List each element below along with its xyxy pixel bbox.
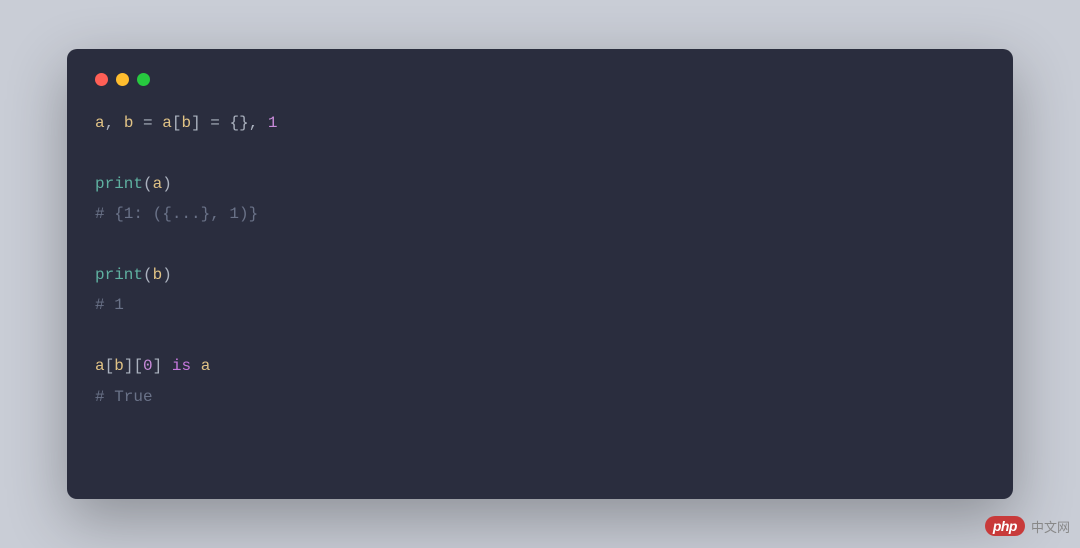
space <box>162 357 172 375</box>
comment-output: # 1 <box>95 296 124 314</box>
paren: ) <box>162 266 172 284</box>
variable-b: b <box>153 266 163 284</box>
variable-b: b <box>181 114 191 132</box>
bracket: [ <box>133 357 143 375</box>
watermark-text: 中文网 <box>1031 517 1070 536</box>
variable-a: a <box>95 114 105 132</box>
variable-a: a <box>153 175 163 193</box>
minimize-dot-icon <box>116 73 129 86</box>
equals: = <box>133 114 162 132</box>
paren: ( <box>143 175 153 193</box>
variable-b: b <box>124 114 134 132</box>
code-line: print(a) <box>95 175 172 193</box>
is-keyword: is <box>172 357 191 375</box>
code-window: a, b = a[b] = {}, 1 print(a) # {1: ({...… <box>67 49 1013 499</box>
number-one: 1 <box>268 114 278 132</box>
comma: , <box>105 114 124 132</box>
php-badge-icon: php <box>985 516 1025 536</box>
code-line: print(b) <box>95 266 172 284</box>
comment-output: # True <box>95 388 153 406</box>
code-line: a, b = a[b] = {}, 1 <box>95 114 278 132</box>
code-block: a, b = a[b] = {}, 1 print(a) # {1: ({...… <box>95 108 985 412</box>
comma: , <box>249 114 268 132</box>
braces: {} <box>229 114 248 132</box>
space <box>191 357 201 375</box>
equals: = <box>201 114 230 132</box>
bracket: ] <box>124 357 134 375</box>
variable-a: a <box>95 357 105 375</box>
bracket: ] <box>153 357 163 375</box>
bracket: [ <box>172 114 182 132</box>
variable-a: a <box>162 114 172 132</box>
window-titlebar <box>95 73 985 86</box>
number-zero: 0 <box>143 357 153 375</box>
print-call: print <box>95 175 143 193</box>
bracket: ] <box>191 114 201 132</box>
paren: ) <box>162 175 172 193</box>
comment-output: # {1: ({...}, 1)} <box>95 205 258 223</box>
bracket: [ <box>105 357 115 375</box>
watermark: php 中文网 <box>985 516 1070 536</box>
maximize-dot-icon <box>137 73 150 86</box>
paren: ( <box>143 266 153 284</box>
code-line: a[b][0] is a <box>95 357 210 375</box>
print-call: print <box>95 266 143 284</box>
close-dot-icon <box>95 73 108 86</box>
variable-b: b <box>114 357 124 375</box>
variable-a: a <box>201 357 211 375</box>
